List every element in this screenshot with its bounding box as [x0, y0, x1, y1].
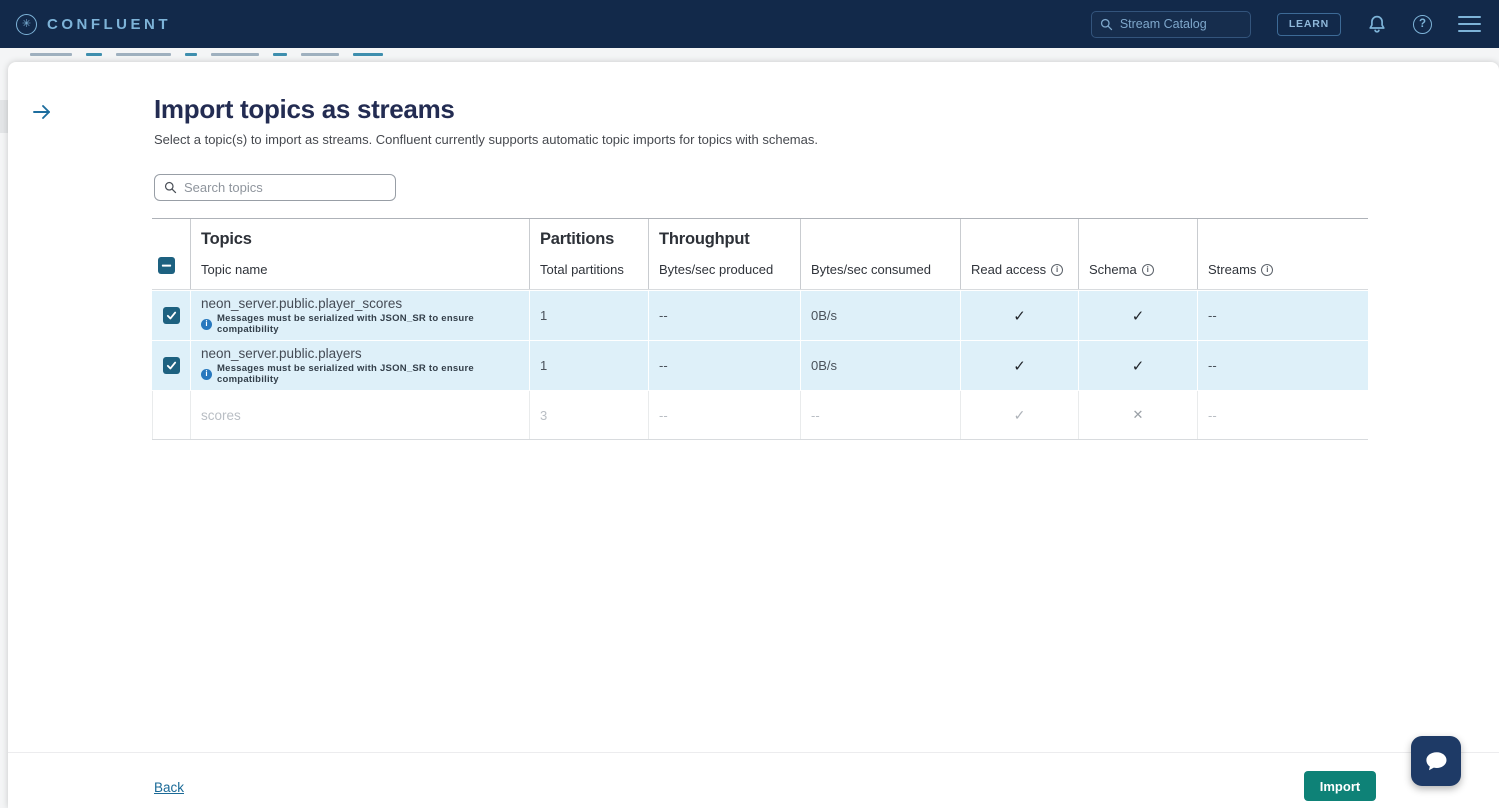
stream-catalog-search[interactable]	[1091, 11, 1251, 38]
collapsed-sidebar-edge	[0, 100, 8, 133]
breadcrumb-fragment	[273, 53, 287, 56]
partitions-cell: 3	[529, 391, 648, 439]
import-button[interactable]: Import	[1304, 771, 1376, 801]
footer-divider	[8, 752, 1499, 753]
row-select-cell	[152, 341, 190, 390]
consumed-cell: 0B/s	[800, 291, 960, 340]
streams-cell: --	[1197, 341, 1368, 390]
search-topics-input[interactable]	[184, 180, 386, 195]
header-throughput-consumed: Bytes/sec consumed	[800, 219, 960, 289]
chat-widget-button[interactable]	[1411, 736, 1461, 786]
breadcrumb-fragment	[185, 53, 197, 56]
hamburger-menu-icon[interactable]	[1458, 14, 1481, 34]
topic-name: scores	[201, 408, 241, 423]
breadcrumb-fragment	[86, 53, 102, 56]
confluent-logo[interactable]: ✳ CONFLUENT	[16, 14, 171, 35]
info-icon: i	[201, 319, 212, 330]
header-schema: Schema i	[1078, 219, 1197, 289]
stream-catalog-input[interactable]	[1120, 17, 1242, 31]
consumed-cell: 0B/s	[800, 341, 960, 390]
info-icon: i	[201, 369, 212, 380]
notifications-bell-icon[interactable]	[1367, 14, 1387, 35]
row-select-cell	[152, 291, 190, 340]
partitions-cell: 1	[529, 291, 648, 340]
header-throughput-produced: Throughput Bytes/sec produced	[648, 219, 800, 289]
read-access-info-icon[interactable]: i	[1051, 264, 1063, 276]
top-navbar: ✳ CONFLUENT LEARN ?	[0, 0, 1499, 48]
select-all-checkbox[interactable]	[158, 257, 175, 274]
produced-cell: --	[648, 341, 800, 390]
search-topics-field[interactable]	[154, 174, 396, 201]
topic-name: neon_server.public.player_scores	[201, 296, 402, 311]
read-access-cell: ✓	[960, 291, 1078, 340]
page-subtitle: Select a topic(s) to import as streams. …	[154, 132, 818, 147]
import-topics-panel: Import topics as streams Select a topic(…	[8, 62, 1499, 808]
row-select-cell	[152, 391, 190, 439]
topic-cell: neon_server.public.players i Messages mu…	[190, 341, 529, 390]
app-background: ✳ CONFLUENT LEARN ?	[0, 0, 1499, 808]
read-access-cell: ✓	[960, 341, 1078, 390]
schema-cell: ✓	[1078, 341, 1197, 390]
produced-cell: --	[648, 391, 800, 439]
topic-note: i Messages must be serialized with JSON_…	[201, 313, 519, 335]
learn-button[interactable]: LEARN	[1277, 13, 1341, 36]
schema-cell: ✓	[1078, 291, 1197, 340]
header-topics: Topics Topic name	[190, 219, 529, 289]
breadcrumb	[30, 53, 530, 59]
breadcrumb-fragment	[116, 53, 171, 56]
row-checkbox[interactable]	[163, 357, 180, 374]
header-read-access: Read access i	[960, 219, 1078, 289]
confluent-logo-icon: ✳	[16, 14, 37, 35]
breadcrumb-fragment	[301, 53, 339, 56]
topic-cell: neon_server.public.player_scores i Messa…	[190, 291, 529, 340]
breadcrumb-fragment	[30, 53, 72, 56]
help-icon[interactable]: ?	[1413, 15, 1432, 34]
topics-table: Topics Topic name Partitions Total parti…	[152, 218, 1368, 440]
page-title: Import topics as streams	[154, 94, 455, 125]
topic-cell: scores	[190, 391, 529, 439]
breadcrumb-fragment	[211, 53, 259, 56]
table-header: Topics Topic name Partitions Total parti…	[152, 218, 1368, 290]
header-streams: Streams i	[1197, 219, 1368, 289]
schema-cell: ✕	[1078, 391, 1197, 439]
chat-bubble-icon	[1422, 747, 1450, 775]
brand-name: CONFLUENT	[47, 16, 171, 33]
topic-name: neon_server.public.players	[201, 346, 362, 361]
table-row: neon_server.public.players i Messages mu…	[152, 341, 1368, 390]
back-link[interactable]: Back	[154, 780, 184, 795]
header-select-all-cell	[152, 219, 190, 289]
consumed-cell: --	[800, 391, 960, 439]
search-icon	[1100, 18, 1113, 31]
read-access-cell: ✓	[960, 391, 1078, 439]
partitions-cell: 1	[529, 341, 648, 390]
schema-info-icon[interactable]: i	[1142, 264, 1154, 276]
search-icon	[164, 181, 177, 194]
table-row-disabled: scores 3 -- -- ✓ ✕ --	[152, 391, 1368, 440]
produced-cell: --	[648, 291, 800, 340]
breadcrumb-fragment	[353, 53, 383, 56]
row-checkbox[interactable]	[163, 307, 180, 324]
collapse-panel-arrow-icon[interactable]	[30, 100, 54, 129]
header-partitions: Partitions Total partitions	[529, 219, 648, 289]
streams-cell: --	[1197, 391, 1368, 439]
streams-info-icon[interactable]: i	[1261, 264, 1273, 276]
streams-cell: --	[1197, 291, 1368, 340]
table-row: neon_server.public.player_scores i Messa…	[152, 291, 1368, 340]
topic-note: i Messages must be serialized with JSON_…	[201, 363, 519, 385]
navbar-actions: LEARN ?	[1091, 11, 1481, 38]
